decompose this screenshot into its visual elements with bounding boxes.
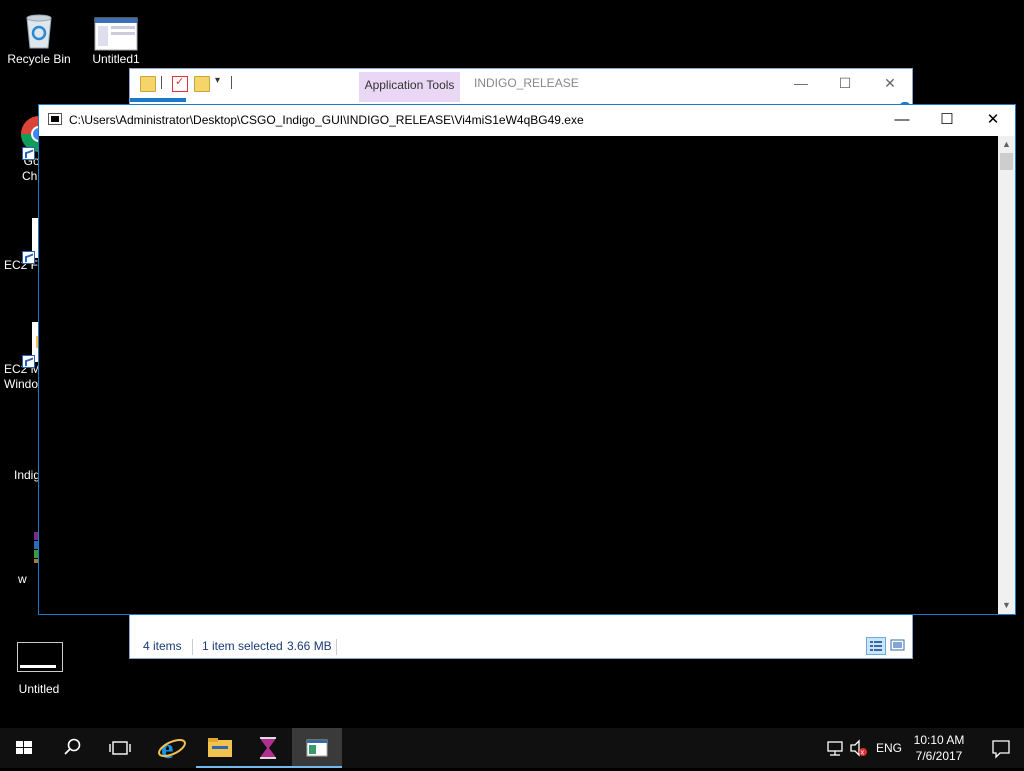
monitor-image-icon: [17, 638, 63, 682]
taskbar-hourglass-app[interactable]: [244, 728, 292, 768]
action-center-button[interactable]: [980, 728, 1024, 768]
divider: [336, 639, 337, 655]
properties-check-icon[interactable]: [172, 75, 188, 92]
windows-logo-icon: [16, 741, 32, 754]
clock[interactable]: 10:10 AM 7/6/2017: [908, 728, 970, 768]
console-output-area[interactable]: [39, 136, 998, 614]
task-view-icon: [109, 741, 131, 755]
status-size: 3.66 MB: [287, 639, 332, 653]
svg-text:x: x: [861, 750, 865, 757]
scroll-thumb[interactable]: [1000, 153, 1013, 170]
clock-date: 7/6/2017: [915, 749, 963, 763]
console-close-button[interactable]: ✕: [970, 105, 1016, 135]
divider: [161, 76, 162, 89]
shortcut-arrow-icon: [22, 147, 35, 160]
desktop-icon-label: Recycle Bin: [7, 52, 71, 66]
scroll-up-arrow-icon[interactable]: ▲: [998, 136, 1015, 153]
hourglass-icon: [260, 737, 276, 759]
folder-icon[interactable]: [140, 76, 156, 92]
volume-muted-icon[interactable]: x: [848, 728, 870, 768]
language-indicator[interactable]: ENG: [876, 728, 902, 768]
scroll-down-arrow-icon[interactable]: ▼: [998, 597, 1015, 614]
taskbar-file-explorer[interactable]: [196, 728, 244, 768]
status-selection: 1 item selected: [202, 639, 283, 653]
search-button[interactable]: [48, 728, 96, 768]
console-window[interactable]: C:\Users\Administrator\Desktop\CSGO_Indi…: [38, 104, 1016, 615]
console-minimize-button[interactable]: —: [879, 105, 925, 135]
explorer-window-title: INDIGO_RELEASE: [474, 76, 579, 90]
explorer-status-bar: 4 items 1 item selected 3.66 MB: [130, 634, 912, 658]
recycle-bin-icon: [17, 8, 61, 52]
task-view-button[interactable]: [96, 728, 144, 768]
tab-application-tools[interactable]: Application Tools: [359, 72, 460, 102]
console-title-bar[interactable]: C:\Users\Administrator\Desktop\CSGO_Indi…: [39, 105, 1015, 136]
divider: [231, 76, 232, 89]
divider: [192, 639, 193, 655]
file-explorer-icon: [208, 738, 232, 757]
notification-icon: [992, 740, 1010, 759]
new-folder-icon[interactable]: [194, 76, 210, 92]
explorer-close-button[interactable]: ✕: [867, 69, 913, 99]
console-maximize-button[interactable]: ☐: [924, 105, 970, 135]
taskbar-internet-explorer[interactable]: e: [148, 728, 196, 768]
clock-time: 10:10 AM: [913, 733, 965, 747]
desktop-icon-label: Untitled1: [92, 52, 140, 66]
console-window-title: C:\Users\Administrator\Desktop\CSGO_Indi…: [69, 113, 584, 127]
status-item-count: 4 items: [143, 639, 182, 653]
customize-toolbar-dropdown-icon[interactable]: ▾: [215, 75, 220, 86]
explorer-minimize-button[interactable]: —: [778, 69, 824, 99]
explorer-title-bar[interactable]: ▾ Application Tools INDIGO_RELEASE — ☐ ✕: [130, 69, 913, 106]
console-app-icon[interactable]: [48, 113, 62, 125]
desktop-icon-untitled1[interactable]: Untitled1: [78, 8, 154, 67]
tab-file[interactable]: [130, 98, 186, 102]
taskbar-console-app[interactable]: [292, 728, 342, 768]
desktop-icon-label: Untitled: [18, 682, 60, 696]
console-window-icon: [306, 739, 328, 757]
search-icon: [64, 738, 81, 755]
shortcut-arrow-icon: [22, 251, 35, 264]
desktop-icon-untitled[interactable]: Untitled: [1, 638, 77, 697]
details-view-button[interactable]: [866, 637, 886, 655]
start-button[interactable]: [0, 728, 48, 768]
svg-text:e: e: [161, 734, 173, 765]
console-vertical-scrollbar[interactable]: ▲ ▼: [998, 136, 1015, 614]
explorer-maximize-button[interactable]: ☐: [822, 69, 868, 99]
internet-explorer-icon: e: [158, 734, 186, 765]
taskbar: e x ENG 10:10 AM 7/6/2017: [0, 728, 1024, 768]
image-file-icon: [93, 8, 139, 52]
desktop-icon-recycle-bin[interactable]: Recycle Bin: [1, 8, 77, 67]
large-icons-view-button[interactable]: [888, 637, 908, 655]
shortcut-arrow-icon: [22, 355, 35, 368]
network-icon[interactable]: [824, 728, 846, 768]
